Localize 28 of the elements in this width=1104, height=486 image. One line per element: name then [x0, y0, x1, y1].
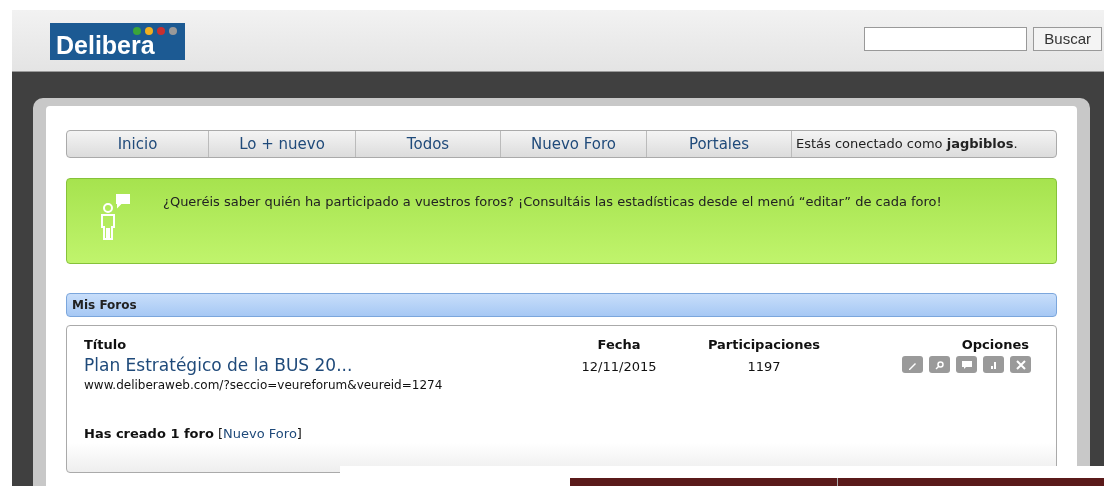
nav-tab[interactable]: Todos [356, 131, 501, 157]
close-icon[interactable] [1010, 356, 1031, 373]
speech-bubble-icon[interactable] [956, 356, 977, 373]
column-header: Opciones [960, 335, 1030, 354]
nav-tab[interactable]: Lo + nuevo [209, 131, 356, 157]
bar-chart-icon[interactable] [983, 356, 1004, 373]
section-title: Mis Foros [72, 297, 137, 314]
dots-icon [132, 26, 180, 36]
count-cell-text: 1197 [746, 358, 782, 374]
forum-title-link[interactable]: Plan Estratégico de la BUS 20... [84, 354, 554, 376]
new-forum-link[interactable]: Nuevo Foro [223, 426, 297, 441]
login-status: Estás conectado como jagbiblos. [795, 135, 1019, 153]
search-icon[interactable] [929, 356, 950, 373]
notice-text: ¿Queréis saber quién ha participado a vuestros foros? ¡Consultáis las estadísticas desde el menú “editar” de cada foro! [163, 193, 942, 211]
column-header: Participaciones [706, 335, 822, 354]
column-header: Título [84, 335, 128, 354]
search-button[interactable]: Buscar [1033, 26, 1102, 51]
logo[interactable]: Delibera [50, 23, 185, 60]
column-header: Fecha [596, 335, 642, 354]
pencil-icon[interactable] [902, 356, 923, 373]
nav-tab[interactable]: Portales [647, 131, 792, 157]
date-cell-text: 12/11/2015 [580, 358, 658, 374]
summary-text: Has creado 1 foro [Nuevo Foro] [84, 425, 303, 443]
nav-tab[interactable]: Nuevo Foro [501, 131, 647, 157]
forum-url: www.deliberaweb.com/?seccio=veureforum&veureid=1274 [84, 377, 444, 394]
nav-tab[interactable]: Inicio [67, 131, 209, 157]
search-field[interactable] [864, 26, 1028, 51]
logo-text: Delibera [56, 31, 155, 59]
